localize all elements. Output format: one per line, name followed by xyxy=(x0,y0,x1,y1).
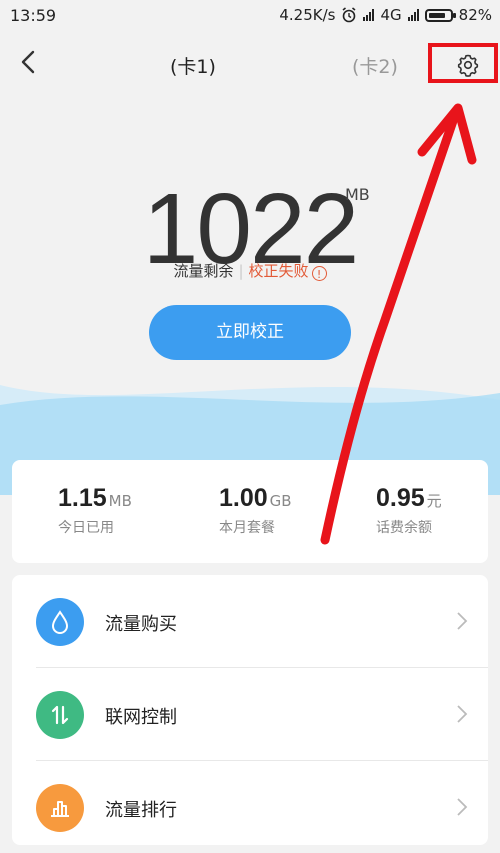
battery-fill xyxy=(428,12,446,18)
battery-icon xyxy=(424,8,456,22)
stat-label: 今日已用 xyxy=(58,520,114,536)
back-button[interactable] xyxy=(14,44,44,80)
header: (卡1) (卡2) xyxy=(0,38,500,88)
stat-value: 1.15 xyxy=(58,484,107,512)
signal-icon-2 xyxy=(407,9,419,21)
network-control-icon xyxy=(36,691,84,739)
network-speed: 4.25K/s xyxy=(279,6,336,24)
warning-icon: ! xyxy=(311,266,327,281)
calibration-error: 校正失败 xyxy=(248,262,309,280)
stat-label: 话费余额 xyxy=(376,520,432,536)
signal-icon xyxy=(363,9,375,21)
menu-item-buy-data[interactable]: 流量购买 xyxy=(12,575,488,667)
menu-item-data-ranking[interactable]: 流量排行 xyxy=(12,761,488,853)
chevron-left-icon xyxy=(21,50,35,74)
settings-button[interactable] xyxy=(428,43,498,83)
remaining-unit: MB xyxy=(345,185,370,204)
tab-card-2[interactable]: (卡2) xyxy=(352,52,398,79)
droplet-icon xyxy=(36,598,84,646)
status-time: 13:59 xyxy=(10,6,57,25)
battery-percent: 82% xyxy=(458,6,492,24)
remaining-label: 流量剩余 xyxy=(173,262,234,280)
gear-icon xyxy=(457,54,479,77)
stat-today-used: 1.15 MB 今日已用 xyxy=(58,484,132,537)
stat-unit: GB xyxy=(269,492,292,510)
alarm-icon xyxy=(342,7,356,23)
stat-balance: 0.95 元 话费余额 xyxy=(376,484,442,537)
menu-list: 流量购买 联网控制 流量排行 xyxy=(12,575,488,845)
stat-label: 本月套餐 xyxy=(219,520,275,536)
tab-card-1[interactable]: (卡1) xyxy=(170,52,216,79)
menu-item-label: 联网控制 xyxy=(105,707,177,728)
stat-unit: MB xyxy=(108,492,132,510)
ranking-chart-icon xyxy=(36,784,84,832)
stat-unit: 元 xyxy=(426,492,442,510)
status-right: 4.25K/s 4G 82% xyxy=(279,6,492,24)
stat-monthly-plan: 1.00 GB 本月套餐 xyxy=(219,484,292,537)
network-type: 4G xyxy=(380,6,402,24)
stat-value: 1.00 xyxy=(219,484,268,512)
remaining-status: 流量剩余 | 校正失败! xyxy=(0,260,500,281)
status-bar: 13:59 4.25K/s 4G 82% xyxy=(0,0,500,30)
chevron-right-icon xyxy=(457,705,468,723)
calibrate-button[interactable]: 立即校正 xyxy=(149,305,351,360)
chevron-right-icon xyxy=(457,798,468,816)
stat-value: 0.95 xyxy=(376,484,425,512)
menu-item-label: 流量排行 xyxy=(105,800,177,821)
chevron-right-icon xyxy=(457,612,468,630)
menu-item-network-control[interactable]: 联网控制 xyxy=(12,668,488,760)
stats-card: 1.15 MB 今日已用 1.00 GB 本月套餐 0.95 元 话费余额 xyxy=(12,460,488,563)
menu-item-label: 流量购买 xyxy=(105,614,177,635)
